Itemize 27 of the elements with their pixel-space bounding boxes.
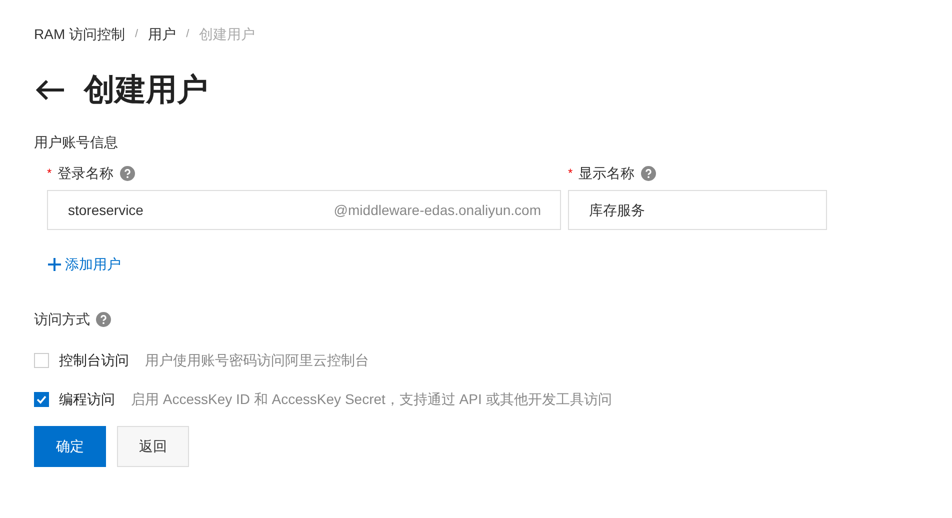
login-name-field[interactable]: storeservice @middleware-edas.onaliyun.com xyxy=(47,190,561,230)
option-label: 编程访问 xyxy=(59,390,115,409)
section-label: 访问方式 xyxy=(34,310,90,329)
section-label: 用户账号信息 xyxy=(34,133,119,152)
back-arrow-icon[interactable] xyxy=(34,78,66,102)
help-icon xyxy=(120,166,135,180)
help-icon xyxy=(640,166,656,180)
back-button[interactable]: 返回 xyxy=(117,426,189,467)
plus-icon xyxy=(48,258,61,271)
required-mark: * xyxy=(47,165,52,182)
domain-suffix: @middleware-edas.onaliyun.com xyxy=(334,200,541,220)
field-label: 登录名称 xyxy=(58,164,114,182)
display-name-field[interactable]: 库存服务 xyxy=(568,190,827,230)
confirm-button[interactable]: 确定 xyxy=(34,426,106,467)
breadcrumb-separator: / xyxy=(135,26,138,42)
option-description: 用户使用账号密码访问阿里云控制台 xyxy=(145,351,369,370)
page-title: 创建用户 xyxy=(84,70,208,109)
option-label: 控制台访问 xyxy=(59,351,129,370)
add-user-link[interactable]: 添加用户 xyxy=(48,254,121,275)
breadcrumb-link[interactable]: 用户 xyxy=(148,24,176,44)
breadcrumb-separator: / xyxy=(186,26,190,42)
field-label: 显示名称 xyxy=(578,164,635,182)
checkbox[interactable] xyxy=(34,392,49,407)
help-icon xyxy=(96,312,111,327)
required-mark: * xyxy=(568,165,573,182)
breadcrumb-link[interactable]: RAM 访问控制 xyxy=(34,24,125,44)
option-description: 启用 AccessKey ID 和 AccessKey Secret，支持通过 API 或其他开发工具访问 xyxy=(131,390,612,409)
